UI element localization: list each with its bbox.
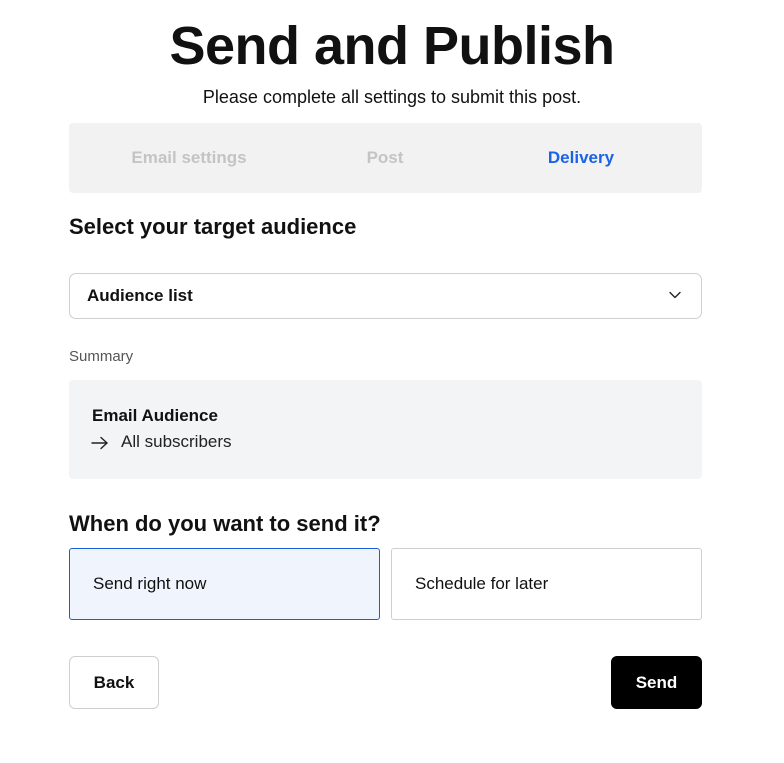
summary-box: Email Audience All subscribers	[69, 380, 702, 479]
summary-value: All subscribers	[121, 432, 232, 451]
tab-delivery[interactable]: Delivery	[481, 123, 681, 193]
audience-select[interactable]: Audience list	[69, 273, 702, 319]
summary-label: Summary	[69, 348, 134, 365]
send-now-option[interactable]: Send right now	[69, 548, 380, 620]
page-subtitle: Please complete all settings to submit t…	[202, 87, 582, 107]
back-button[interactable]: Back	[69, 656, 159, 709]
summary-title: Email Audience	[92, 406, 218, 425]
audience-select-value: Audience list	[87, 286, 193, 305]
tab-email-settings[interactable]: Email settings	[69, 123, 309, 193]
audience-heading: Select your target audience	[69, 214, 357, 239]
send-publish-page: Send and Publish Please complete all set…	[0, 0, 784, 763]
send-button[interactable]: Send	[611, 656, 702, 709]
timing-heading: When do you want to send it?	[69, 511, 381, 536]
tab-post[interactable]: Post	[285, 123, 485, 193]
step-tabs: Email settings Post Delivery	[69, 123, 702, 193]
chevron-down-icon	[669, 291, 681, 299]
schedule-later-option[interactable]: Schedule for later	[391, 548, 702, 620]
send-now-label: Send right now	[93, 574, 207, 593]
schedule-later-label: Schedule for later	[415, 574, 549, 593]
page-title: Send and Publish	[169, 16, 615, 76]
arrow-right-icon	[91, 436, 108, 450]
